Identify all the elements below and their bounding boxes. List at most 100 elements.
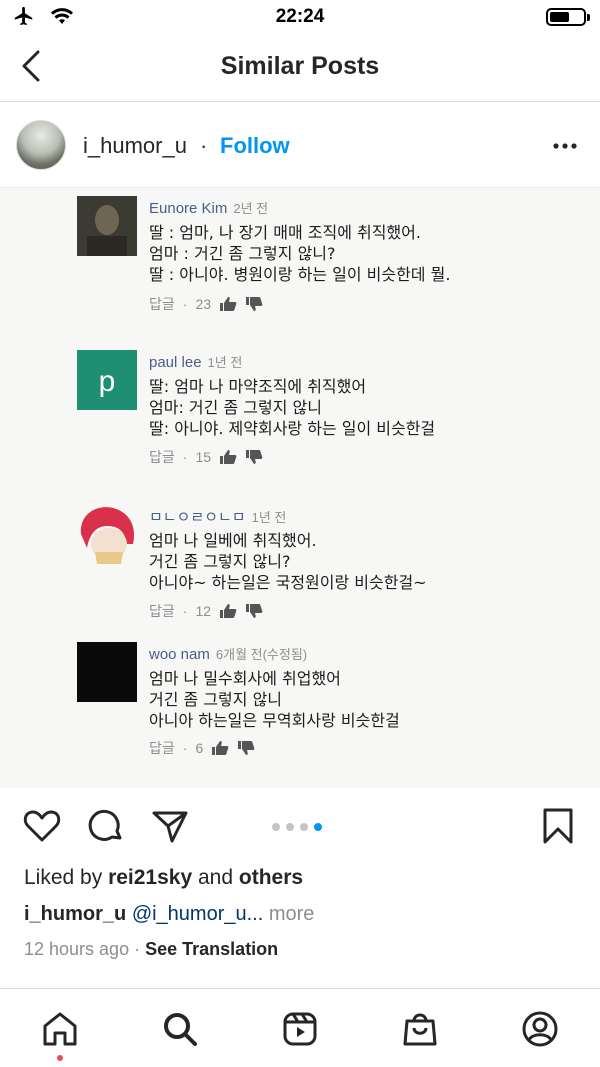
comment-avatar xyxy=(77,196,137,256)
comment-like-count: 15 xyxy=(195,449,212,465)
comment-actions: 답글 · 6 xyxy=(149,738,255,758)
meta-separator: · xyxy=(134,939,141,959)
comment-actions: 답글 · 12 xyxy=(149,601,263,621)
comment-time: 2년 전 xyxy=(233,201,269,216)
post-action-bar xyxy=(0,806,600,852)
post-username[interactable]: i_humor_u xyxy=(83,133,187,159)
comment-line: 엄마 나 일베에 취직했어. xyxy=(149,531,317,550)
comment-text: 딸: 엄마 나 마약조직에 취직했어 엄마: 거긴 좀 그렇지 않니 딸: 아니… xyxy=(149,376,435,439)
likes-others[interactable]: others xyxy=(239,866,303,889)
thumbs-up-icon xyxy=(220,450,237,464)
status-time: 22:24 xyxy=(275,6,325,27)
comment-icon[interactable] xyxy=(86,806,126,846)
dot: · xyxy=(182,449,188,465)
dot: · xyxy=(182,603,188,619)
page-title: Similar Posts xyxy=(220,52,380,80)
dot: · xyxy=(182,296,188,312)
likes-prefix: Liked by xyxy=(24,866,103,889)
heart-icon[interactable] xyxy=(22,806,62,846)
more-options-icon[interactable] xyxy=(552,136,578,156)
shop-icon[interactable] xyxy=(400,1009,440,1049)
dot: · xyxy=(182,740,188,756)
avatar-letter: p xyxy=(99,365,116,398)
post-timestamp: 12 hours ago xyxy=(24,939,130,959)
post-header: i_humor_u · Follow xyxy=(0,102,600,188)
comment-time: 1년 전 xyxy=(251,510,287,525)
comment-author: paul lee 1년 전 xyxy=(149,352,242,371)
carousel-dot xyxy=(300,823,308,831)
post-caption: i_humor_u @i_humor_u... more xyxy=(24,903,314,926)
status-bar: 22:24 xyxy=(0,0,600,34)
caption-mention[interactable]: @i_humor_u... xyxy=(132,903,263,925)
comment-actions: 답글 · 15 xyxy=(149,447,263,467)
share-icon[interactable] xyxy=(150,806,190,846)
thumbs-up-icon xyxy=(212,741,229,755)
profile-icon[interactable] xyxy=(520,1009,560,1049)
comment-like-count: 23 xyxy=(195,296,212,312)
thumbs-down-icon xyxy=(246,450,263,464)
comment-author: ㅁㄴㅇㄹㅇㄴㅁ 1년 전 xyxy=(149,506,286,527)
comment-author-name: paul lee xyxy=(149,354,202,371)
comment-author-name: Eunore Kim xyxy=(149,200,228,217)
comment-line: 거긴 좀 그렇지 않니 xyxy=(149,690,283,709)
comment-line: 아니야~ 하는일은 국정원이랑 비슷한걸~ xyxy=(149,573,427,592)
comment-like-count: 6 xyxy=(195,740,204,756)
avatar[interactable] xyxy=(16,120,66,170)
reply-label: 답글 xyxy=(149,603,175,619)
comment-author-name: woo nam xyxy=(149,646,210,663)
notification-dot xyxy=(57,1055,63,1061)
caption-username[interactable]: i_humor_u xyxy=(24,903,126,925)
thumbs-down-icon xyxy=(246,297,263,311)
battery-icon xyxy=(546,8,590,26)
post-meta: 12 hours ago · See Translation xyxy=(24,939,278,960)
comment-time: 6개월 전(수정됨) xyxy=(215,647,308,662)
likes-summary: Liked by rei21sky and others xyxy=(24,866,303,890)
comment-author-name: ㅁㄴㅇㄹㅇㄴㅁ xyxy=(149,509,246,526)
search-icon[interactable] xyxy=(160,1009,200,1049)
comment-text: 엄마 나 일베에 취직했어. 거긴 좀 그렇지 않니? 아니야~ 하는일은 국정… xyxy=(149,530,427,593)
comment-author: woo nam 6개월 전(수정됨) xyxy=(149,644,307,663)
comment-avatar xyxy=(77,504,137,564)
carousel-dot-active xyxy=(314,823,322,831)
follow-button[interactable]: Follow xyxy=(220,133,290,159)
thumbs-down-icon xyxy=(238,741,255,755)
carousel-dot xyxy=(272,823,280,831)
reels-icon[interactable] xyxy=(280,1009,320,1049)
carousel-indicator xyxy=(272,823,322,831)
comment-avatar: p xyxy=(77,350,137,410)
comment-text: 엄마 나 밀수회사에 취업했어 거긴 좀 그렇지 않니 아니아 하는일은 무역회… xyxy=(149,668,400,731)
comment-time: 1년 전 xyxy=(207,355,243,370)
comment-line: 엄마: 거긴 좀 그렇지 않니 xyxy=(149,398,322,417)
home-icon[interactable] xyxy=(40,1009,80,1049)
reply-label: 답글 xyxy=(149,740,175,756)
comment-line: 딸 : 아니야. 병원이랑 하는 일이 비슷한데 뭘. xyxy=(149,265,451,284)
comment-line: 엄마 : 거긴 좀 그렇지 않니? xyxy=(149,244,336,263)
battery-fill xyxy=(550,12,570,22)
comment-actions: 답글 · 23 xyxy=(149,294,263,314)
comment-text: 딸 : 엄마, 나 장기 매매 조직에 취직했어. 엄마 : 거긴 좀 그렇지 … xyxy=(149,222,450,285)
comment-like-count: 12 xyxy=(195,603,212,619)
bottom-tab-bar xyxy=(0,988,600,1067)
comment-line: 딸: 엄마 나 마약조직에 취직했어 xyxy=(149,377,367,396)
comment-line: 거긴 좀 그렇지 않니? xyxy=(149,552,291,571)
comment-avatar xyxy=(77,642,137,702)
post-image[interactable]: Eunore Kim 2년 전 딸 : 엄마, 나 장기 매매 조직에 취직했어.… xyxy=(0,188,600,788)
comment-line: 엄마 나 밀수회사에 취업했어 xyxy=(149,669,341,688)
likes-conj: and xyxy=(198,866,234,889)
comment-author: Eunore Kim 2년 전 xyxy=(149,198,268,217)
see-translation-link[interactable]: See Translation xyxy=(145,939,278,959)
comment-line: 딸 : 엄마, 나 장기 매매 조직에 취직했어. xyxy=(149,223,421,242)
nav-header: Similar Posts xyxy=(0,34,600,102)
separator-dot: · xyxy=(200,133,208,158)
reply-label: 답글 xyxy=(149,449,175,465)
liked-by-user[interactable]: rei21sky xyxy=(108,866,192,889)
reply-label: 답글 xyxy=(149,296,175,312)
comment-line: 아니아 하는일은 무역회사랑 비슷한걸 xyxy=(149,711,400,730)
thumbs-up-icon xyxy=(220,297,237,311)
caption-more-link[interactable]: more xyxy=(269,903,315,925)
carousel-dot xyxy=(286,823,294,831)
thumbs-down-icon xyxy=(246,604,263,618)
thumbs-up-icon xyxy=(220,604,237,618)
bookmark-icon[interactable] xyxy=(538,806,578,846)
comment-line: 딸: 아니야. 제약회사랑 하는 일이 비슷한걸 xyxy=(149,419,436,438)
